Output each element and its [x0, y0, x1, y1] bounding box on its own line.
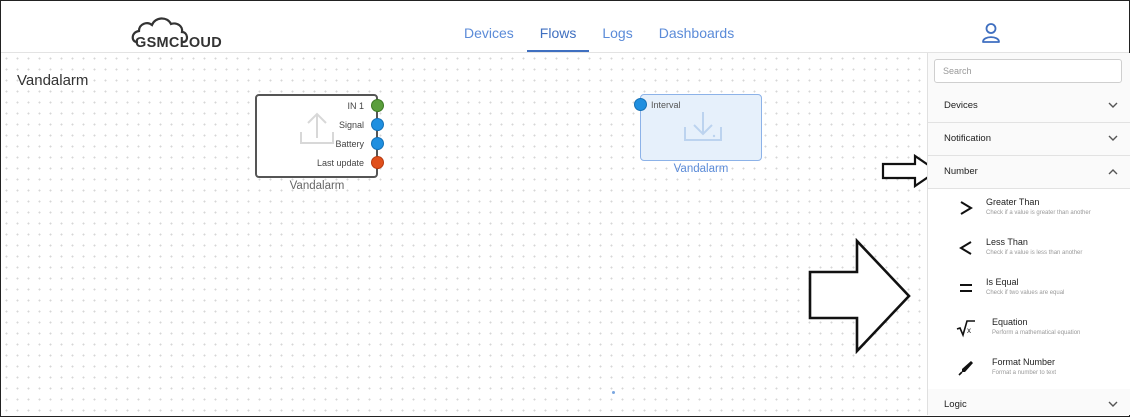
annotation-arrow-large-icon	[808, 238, 911, 354]
port-battery[interactable]	[371, 137, 384, 150]
node-palette-sidebar: Devices Notification Number Greater Than…	[927, 53, 1130, 415]
flow-node-vandalarm-target[interactable]: Interval	[634, 94, 762, 161]
palette-item-format-number[interactable]: Format Number Format a number to text	[928, 349, 1130, 390]
square-root-icon: x	[956, 320, 975, 338]
category-logic[interactable]: Logic	[928, 389, 1130, 415]
item-title: Greater Than	[986, 197, 1040, 207]
port-signal[interactable]	[371, 118, 384, 131]
flow-title: Vandalarm	[17, 72, 89, 89]
category-label-notification: Notification	[944, 133, 991, 144]
equals-icon	[960, 284, 972, 292]
canvas-marker	[612, 391, 615, 394]
category-label-number: Number	[944, 166, 978, 177]
item-description: Format a number to text	[992, 370, 1057, 376]
port-in1[interactable]	[371, 99, 384, 112]
item-title: Format Number	[992, 357, 1056, 367]
item-description: Check if two values are equal	[986, 290, 1065, 296]
tab-flows[interactable]: Flows	[526, 10, 590, 52]
item-description: Perform a mathematical equation	[992, 330, 1081, 336]
category-label-devices: Devices	[944, 100, 978, 111]
download-icon	[684, 112, 722, 141]
logo-text: GSMCLOUD	[135, 35, 222, 51]
cloud-logo-icon: GSMCLOUD	[131, 17, 222, 51]
flow-node-vandalarm-source[interactable]: IN 1 Signal Battery Last update	[255, 94, 384, 178]
port-last-update[interactable]	[371, 156, 384, 169]
port-label-last-update: Last update	[316, 158, 364, 168]
tab-logs[interactable]: Logs	[589, 10, 645, 50]
palette-search-input[interactable]	[934, 59, 1122, 83]
top-bar: GSMCLOUD Devices Flows Logs Dashboards	[1, 10, 1129, 53]
less-than-icon	[959, 241, 972, 255]
port-label-interval: Interval	[651, 100, 681, 110]
palette-item-greater-than[interactable]: Greater Than Check if a value is greater…	[928, 189, 1130, 230]
palette-item-is-equal[interactable]: Is Equal Check if two values are equal	[928, 269, 1130, 310]
item-description: Check if a value is less than another	[986, 250, 1083, 256]
palette-item-equation[interactable]: x Equation Perform a mathematical equati…	[928, 309, 1130, 350]
item-title: Less Than	[986, 237, 1028, 247]
item-title: Is Equal	[986, 277, 1019, 287]
chevron-down-icon	[1108, 135, 1118, 141]
chevron-down-icon	[1108, 401, 1118, 407]
port-label-battery: Battery	[335, 139, 364, 149]
chevron-up-icon	[1108, 169, 1118, 175]
port-label-signal: Signal	[338, 120, 364, 130]
node-label-vandalarm-source: Vandalarm	[289, 180, 345, 192]
node-label-vandalarm-target: Vandalarm	[673, 163, 729, 175]
category-notification[interactable]: Notification	[928, 123, 1130, 156]
port-label-in1: IN 1	[347, 101, 364, 111]
category-devices[interactable]: Devices	[928, 90, 1130, 123]
tab-dashboards[interactable]: Dashboards	[646, 10, 748, 50]
tab-devices[interactable]: Devices	[451, 10, 527, 50]
greater-than-icon	[960, 201, 973, 215]
main-nav: Devices Flows Logs Dashboards	[451, 10, 747, 52]
category-number[interactable]: Number	[928, 156, 1130, 189]
upload-icon	[300, 112, 334, 144]
pen-icon	[958, 361, 973, 376]
flow-canvas[interactable]: Vandalarm IN 1 Signal Battery Last updat…	[1, 53, 939, 415]
gsmcloud-logo[interactable]: GSMCLOUD	[129, 12, 249, 52]
item-title: Equation	[992, 317, 1028, 327]
user-icon[interactable]	[981, 22, 1001, 44]
svg-text:x: x	[967, 326, 971, 335]
category-label-logic: Logic	[944, 399, 967, 410]
port-interval[interactable]	[634, 98, 647, 111]
palette-item-less-than[interactable]: Less Than Check if a value is less than …	[928, 229, 1130, 270]
item-description: Check if a value is greater than another	[986, 210, 1091, 216]
chevron-down-icon	[1108, 102, 1118, 108]
